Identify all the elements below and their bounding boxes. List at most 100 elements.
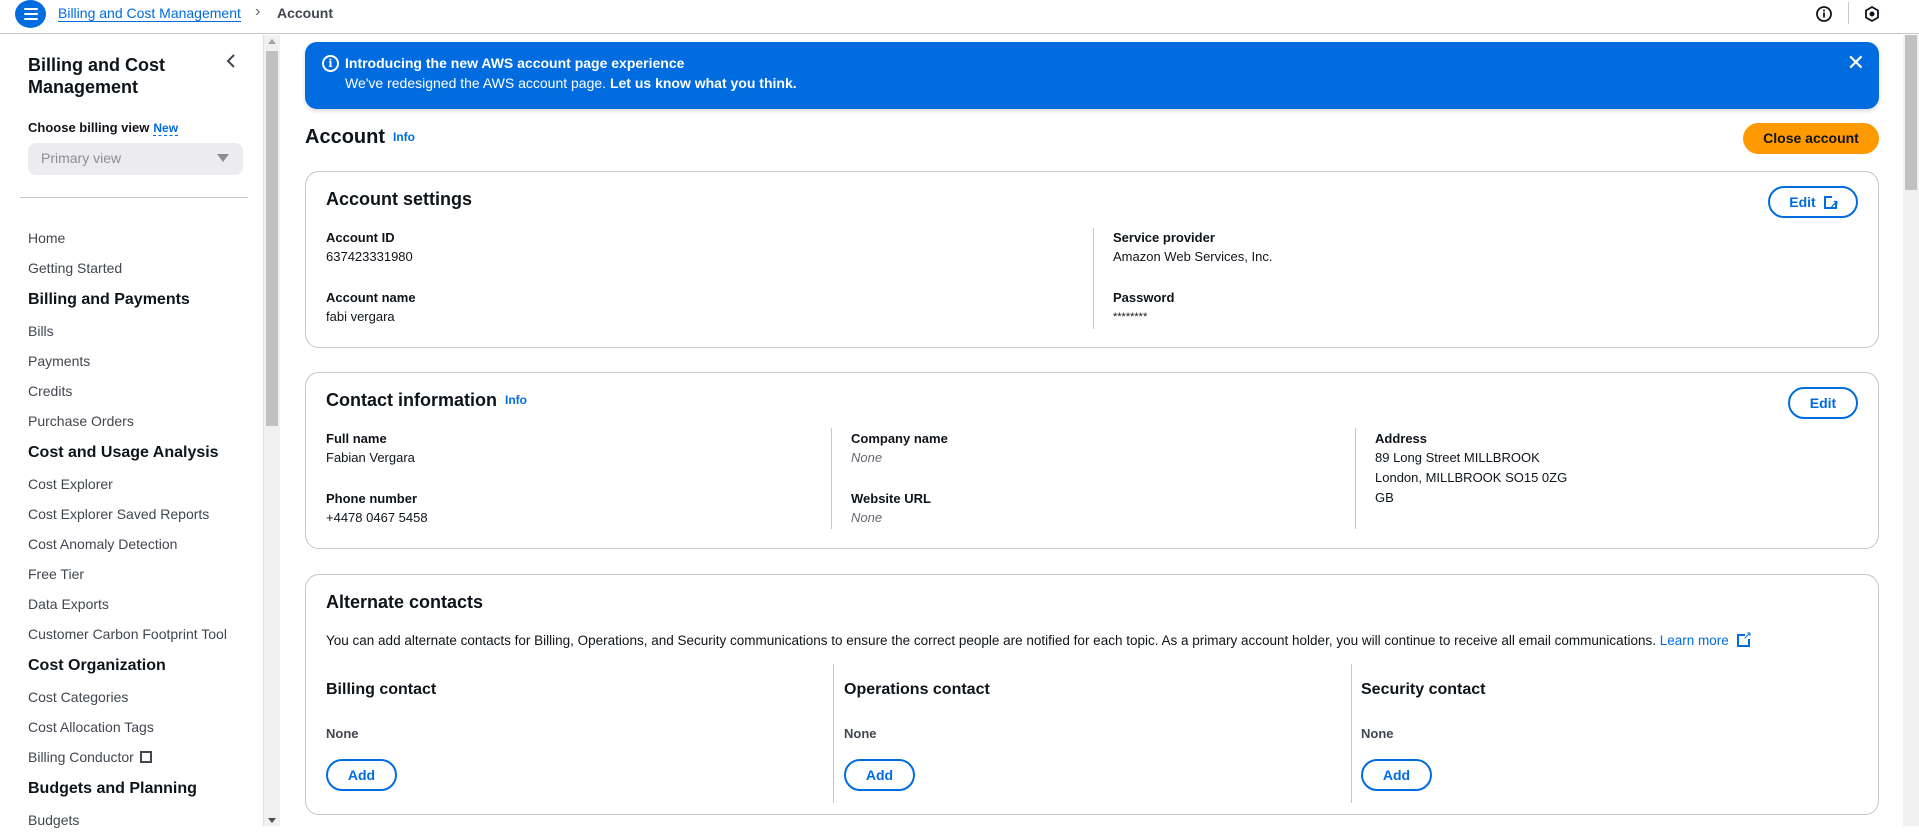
sidebar-item-cost-categories[interactable]: Cost Categories: [28, 682, 258, 712]
info-icon[interactable]: [1815, 5, 1833, 23]
sidebar-item-budgets[interactable]: Budgets: [28, 805, 258, 835]
close-icon[interactable]: ✕: [1847, 52, 1865, 74]
external-link-icon: [139, 751, 152, 763]
sidebar-item-label: Budgets and Planning: [28, 780, 197, 797]
operations-contact-title: Operations contact: [844, 681, 990, 698]
service-provider-field: Service provider Amazon Web Services, In…: [1113, 229, 1272, 267]
address-field: Address 89 Long Street MILLBROOK London,…: [1375, 430, 1567, 508]
page-scroll-thumb[interactable]: [1905, 35, 1917, 190]
company-name-field: Company name None: [851, 430, 948, 468]
sidebar-item-cost-allocation-tags[interactable]: Cost Allocation Tags: [28, 712, 258, 742]
sidebar-item-cost-explorer[interactable]: Cost Explorer: [28, 469, 258, 499]
billing-view-label: Choose billing view New: [28, 120, 179, 136]
address-line-3: GB: [1375, 490, 1394, 505]
sidebar-item-label: Cost Organization: [28, 657, 166, 674]
sidebar-section-budgets-and-planning: Budgets and Planning: [28, 772, 258, 805]
scroll-up-arrow-icon[interactable]: [268, 39, 276, 44]
field-label: Full name: [326, 431, 387, 446]
sidebar-item-payments[interactable]: Payments: [28, 346, 258, 376]
sidebar-item-cost-explorer-saved-reports[interactable]: Cost Explorer Saved Reports: [28, 499, 258, 529]
settings-hex-icon[interactable]: [1863, 5, 1881, 23]
sidebar-item-label: Cost Categories: [28, 689, 129, 705]
account-settings-card: Account settings Edit Account ID 6374233…: [305, 171, 1879, 348]
column-divider: [831, 428, 832, 529]
edit-label: Edit: [1789, 194, 1816, 210]
sidebar-section-cost-organization: Cost Organization: [28, 649, 258, 682]
field-label: Password: [1113, 290, 1175, 305]
menu-button[interactable]: [15, 0, 46, 28]
external-link-icon: [1823, 191, 1839, 219]
external-link-icon: [1736, 629, 1752, 647]
new-badge-link[interactable]: New: [153, 121, 179, 136]
field-label: Service provider: [1113, 230, 1215, 245]
sidebar-scroll-thumb[interactable]: [266, 51, 278, 426]
account-id-field: Account ID 637423331980: [326, 229, 413, 267]
security-contact-title: Security contact: [1361, 681, 1486, 698]
sidebar-item-label: Free Tier: [28, 566, 85, 582]
sidebar-item-cost-anomaly-detection[interactable]: Cost Anomaly Detection: [28, 529, 258, 559]
alternate-contacts-description: You can add alternate contacts for Billi…: [326, 629, 1752, 648]
billing-view-label-text: Choose billing view: [28, 120, 150, 135]
sidebar-item-label: Cost and Usage Analysis: [28, 444, 219, 461]
collapse-sidebar-icon[interactable]: [225, 53, 237, 74]
sidebar-divider: [20, 197, 248, 198]
sidebar-item-label: Purchase Orders: [28, 413, 134, 429]
sidebar-scrollbar[interactable]: [264, 35, 280, 826]
sidebar-item-getting-started[interactable]: Getting Started: [28, 253, 258, 283]
column-divider: [1093, 228, 1094, 329]
column-divider: [1351, 664, 1352, 803]
sidebar-item-data-exports[interactable]: Data Exports: [28, 589, 258, 619]
sidebar-item-label: Credits: [28, 383, 73, 399]
info-link[interactable]: Info: [505, 393, 527, 407]
sidebar-item-home[interactable]: Home: [28, 223, 258, 253]
column-divider: [1355, 428, 1356, 529]
account-name-field: Account name fabi vergara: [326, 289, 416, 327]
address-line-1: 89 Long Street MILLBROOK: [1375, 450, 1540, 465]
add-operations-contact-button[interactable]: Add: [844, 759, 915, 791]
edit-account-settings-button[interactable]: Edit: [1768, 186, 1858, 219]
sidebar-item-label: Data Exports: [28, 596, 109, 612]
sidebar-item-label: Cost Anomaly Detection: [28, 536, 178, 552]
main-content: i Introducing the new AWS account page e…: [281, 35, 1903, 826]
sidebar-item-bills[interactable]: Bills: [28, 316, 258, 346]
phone-number-field: Phone number +4478 0467 5458: [326, 490, 428, 528]
billing-view-select[interactable]: Primary view: [28, 143, 243, 175]
website-url-field: Website URL None: [851, 490, 931, 528]
add-billing-contact-button[interactable]: Add: [326, 759, 397, 791]
divider: [1848, 2, 1849, 24]
close-account-button[interactable]: Close account: [1743, 123, 1879, 154]
chevron-right-icon: ›: [255, 3, 261, 20]
alternate-contacts-card: Alternate contacts You can add alternate…: [305, 574, 1879, 815]
billing-view-selected: Primary view: [41, 150, 122, 166]
banner-text: We've redesigned the AWS account page. L…: [345, 75, 797, 91]
breadcrumb-billing-link[interactable]: Billing and Cost Management: [58, 5, 241, 22]
full-name-value: Fabian Vergara: [326, 450, 415, 465]
sidebar-item-free-tier[interactable]: Free Tier: [28, 559, 258, 589]
service-provider-value: Amazon Web Services, Inc.: [1113, 249, 1273, 264]
menu-icon-bar: [23, 8, 38, 10]
add-security-contact-button[interactable]: Add: [1361, 759, 1432, 791]
sidebar-item-label: Cost Explorer: [28, 476, 113, 492]
field-label: Address: [1375, 431, 1428, 446]
learn-more-link[interactable]: Learn more: [1660, 629, 1752, 648]
sidebar-item-label: Getting Started: [28, 260, 123, 276]
sidebar-item-credits[interactable]: Credits: [28, 376, 258, 406]
card-title: Contact information Info: [326, 390, 527, 411]
sidebar-item-customer-carbon-footprint-tool[interactable]: Customer Carbon Footprint Tool: [28, 619, 258, 649]
edit-contact-information-button[interactable]: Edit: [1788, 387, 1858, 419]
field-label: Company name: [851, 431, 948, 446]
page-scrollbar[interactable]: [1903, 35, 1919, 826]
info-banner: i Introducing the new AWS account page e…: [305, 42, 1879, 109]
sidebar-item-label: Customer Carbon Footprint Tool: [28, 626, 227, 642]
info-link[interactable]: Info: [393, 130, 415, 144]
card-title: Alternate contacts: [326, 592, 484, 612]
password-value: ********: [1113, 311, 1148, 323]
banner-feedback-link[interactable]: Let us know what you think.: [610, 75, 797, 91]
scroll-down-arrow-icon[interactable]: [268, 818, 276, 823]
sidebar-item-label: Billing and Payments: [28, 291, 190, 308]
sidebar-item-purchase-orders[interactable]: Purchase Orders: [28, 406, 258, 436]
phone-number-value: +4478 0467 5458: [326, 510, 428, 525]
field-label: Website URL: [851, 491, 931, 506]
sidebar-item-billing-conductor[interactable]: Billing Conductor: [28, 742, 258, 772]
top-navigation-bar: Billing and Cost Management › Account: [0, 0, 1919, 34]
